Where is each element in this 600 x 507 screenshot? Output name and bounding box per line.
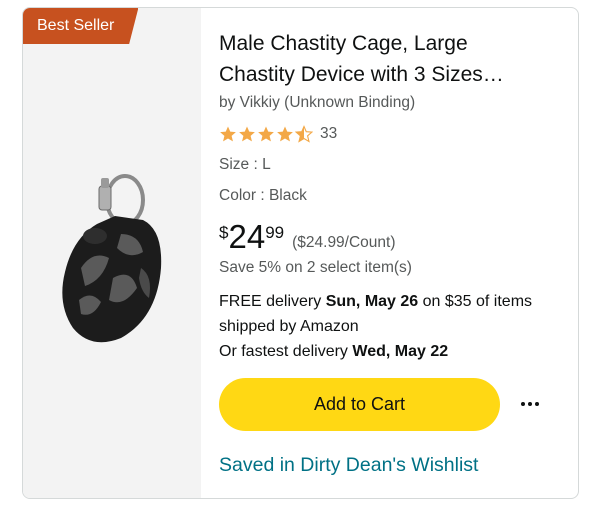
star-icon: [220, 126, 236, 142]
product-byline[interactable]: by Vikkiy (Unknown Binding): [219, 94, 415, 112]
add-to-cart-button[interactable]: Add to Cart: [219, 378, 500, 431]
fastest-delivery-date: Wed, May 22: [352, 343, 449, 360]
product-title[interactable]: Male Chastity Cage, Large Chastity Devic…: [219, 28, 549, 90]
delivery-date: Sun, May 26: [325, 293, 419, 310]
dot: [528, 402, 532, 406]
delivery-line-2: Or fastest delivery Wed, May 22: [219, 343, 449, 360]
price: $ 24 99 ($24.99/Count): [219, 219, 396, 255]
star-icon: [277, 126, 293, 142]
dot: [521, 402, 525, 406]
more-options-icon[interactable]: [516, 392, 544, 416]
half-star-icon: [295, 125, 313, 143]
rating-stars: [219, 125, 314, 143]
savings-text: Save 5% on 2 select item(s): [219, 259, 412, 276]
unit-price: ($24.99/Count): [292, 234, 396, 251]
dot: [535, 402, 539, 406]
price-whole: 24: [228, 218, 266, 255]
color-label: Color : Black: [219, 187, 307, 204]
delivery-info: FREE delivery Sun, May 26 on $35 of item…: [219, 289, 564, 364]
product-image[interactable]: [51, 168, 171, 358]
star-icon: [239, 126, 255, 142]
image-panel[interactable]: Best Seller: [23, 8, 201, 498]
price-fraction: 99: [265, 223, 285, 242]
delivery-line-1: FREE delivery Sun, May 26 on $35 of item…: [219, 293, 533, 335]
star-icon: [258, 126, 274, 142]
wishlist-link[interactable]: Saved in Dirty Dean's Wishlist: [219, 454, 478, 477]
product-card[interactable]: Best Seller Male Chastity Cage, Large Ch…: [22, 7, 579, 499]
rating-count[interactable]: 33: [320, 125, 337, 143]
best-seller-badge: Best Seller: [23, 8, 139, 44]
price-currency: $: [219, 223, 229, 242]
size-label: Size : L: [219, 156, 271, 173]
rating[interactable]: 33: [219, 123, 337, 145]
